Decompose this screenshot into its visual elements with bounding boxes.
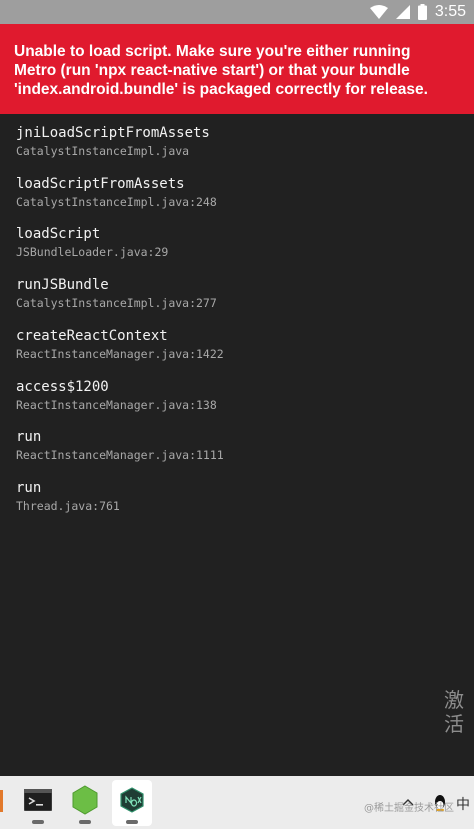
stack-frame[interactable]: jniLoadScriptFromAssets CatalystInstance…	[16, 124, 210, 159]
stack-frame-file: JSBundleLoader.java:29	[16, 245, 169, 259]
status-icons: 3:55	[369, 2, 466, 22]
activation-watermark: 激活 转到	[444, 688, 474, 738]
error-line-3: 'index.android.bundle' is packaged corre…	[14, 81, 428, 98]
taskbar-app-nox[interactable]	[112, 780, 152, 826]
taskbar-app-nodejs[interactable]	[65, 780, 105, 826]
stack-frame-file: CatalystInstanceImpl.java	[16, 144, 190, 158]
stack-frame-method: run	[16, 429, 42, 445]
stack-frame[interactable]: runJSBundle CatalystInstanceImpl.java:27…	[16, 276, 217, 311]
taskbar-running-indicator	[79, 820, 91, 824]
wifi-icon	[369, 5, 388, 19]
stack-trace[interactable]: jniLoadScriptFromAssets CatalystInstance…	[0, 114, 474, 776]
stack-frame-file: Thread.java:761	[16, 499, 120, 513]
android-status-bar: 3:55	[0, 0, 474, 24]
taskbar-start-accent[interactable]	[0, 790, 3, 812]
stack-frame-file: ReactInstanceManager.java:138	[16, 398, 217, 412]
stack-frame-file: ReactInstanceManager.java:1111	[16, 448, 224, 462]
error-banner: Unable to load script. Make sure you're …	[0, 24, 474, 114]
taskbar-app-terminal[interactable]	[18, 780, 58, 826]
nox-app-icon	[120, 787, 144, 813]
terminal-app-icon	[24, 789, 52, 811]
activation-watermark-line2: 转到	[444, 736, 474, 738]
stack-frame-method: loadScript	[16, 226, 101, 242]
ime-indicator[interactable]: 中	[456, 794, 470, 814]
stack-frame-method: run	[16, 480, 42, 496]
nodejs-app-icon	[72, 785, 98, 815]
stack-frame-method: loadScriptFromAssets	[16, 176, 185, 192]
stack-frame[interactable]: createReactContext ReactInstanceManager.…	[16, 327, 224, 362]
stack-frame-method: runJSBundle	[16, 277, 109, 293]
taskbar-running-indicator	[126, 820, 138, 824]
stack-frame[interactable]: run Thread.java:761	[16, 479, 120, 514]
stack-frame[interactable]: access$1200 ReactInstanceManager.java:13…	[16, 378, 217, 413]
error-message: Unable to load script. Make sure you're …	[14, 42, 460, 99]
status-time: 3:55	[434, 3, 466, 20]
site-watermark: @稀土掘金技术社区	[364, 803, 454, 814]
signal-icon	[395, 5, 410, 19]
stack-frame-file: ReactInstanceManager.java:1422	[16, 347, 224, 361]
stack-frame-method: access$1200	[16, 379, 109, 395]
activation-watermark-line1: 激活	[444, 688, 464, 736]
taskbar-running-indicator	[32, 820, 44, 824]
stack-frame[interactable]: loadScript JSBundleLoader.java:29	[16, 225, 168, 260]
error-line-2: Metro (run 'npx react-native start') or …	[14, 62, 410, 79]
stack-frame-file: CatalystInstanceImpl.java:277	[16, 296, 217, 310]
stack-frame[interactable]: run ReactInstanceManager.java:1111	[16, 428, 224, 463]
stack-frame-file: CatalystInstanceImpl.java:248	[16, 195, 217, 209]
error-line-1: Unable to load script. Make sure you're …	[14, 43, 411, 60]
stack-frame-method: jniLoadScriptFromAssets	[16, 125, 210, 141]
stack-frame-method: createReactContext	[16, 328, 168, 344]
battery-icon	[417, 4, 427, 20]
stack-frame[interactable]: loadScriptFromAssets CatalystInstanceImp…	[16, 175, 217, 210]
